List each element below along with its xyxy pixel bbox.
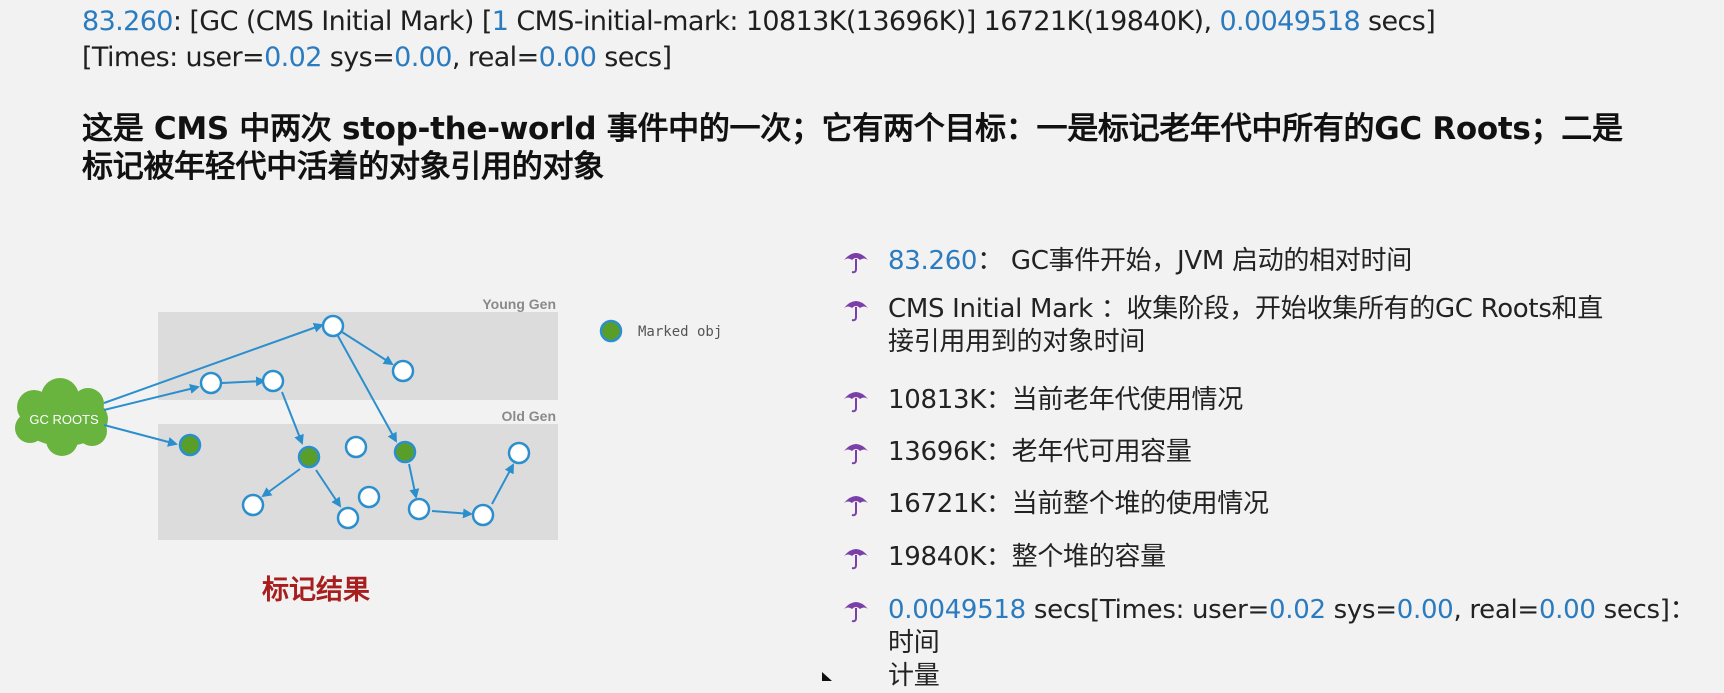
object-node (344, 435, 368, 459)
bullet-item: 13696K：老年代可用容量 (842, 436, 1702, 469)
bullet-text: , real= (1453, 595, 1539, 625)
umbrella-icon (844, 301, 868, 322)
object-node (261, 369, 285, 393)
marked-object-node (393, 440, 417, 464)
object-node (391, 359, 415, 383)
umbrella-icon (844, 549, 868, 570)
log-text: secs] (596, 42, 672, 73)
umbrella-icon (844, 253, 868, 274)
bullet-user-time: 0.02 (1269, 595, 1326, 625)
heading-line-1: 这是 CMS 中两次 stop-the-world 事件中的一次；它有两个目标：… (82, 111, 1623, 147)
log-text: sys= (321, 42, 395, 73)
gc-marking-diagram: Young Gen Old Gen GC ROOTS Marked obj (15, 296, 722, 540)
legend-label: Marked obj (638, 324, 722, 340)
bullet-duration: 0.0049518 (888, 595, 1026, 625)
bullet-sys-time: 0.00 (1396, 595, 1454, 625)
umbrella-icon (844, 444, 868, 465)
result-title: 标记结果 (262, 575, 370, 606)
bullet-text-cont: 接引用用到的对象时间 (888, 327, 1146, 357)
log-text: , real= (451, 42, 539, 73)
bullet-text: secs[Times: user= (1025, 595, 1269, 625)
gc-roots-label: GC ROOTS (29, 412, 99, 427)
log-text: : [GC (CMS Initial Mark) [ (172, 6, 493, 37)
gc-log-line-1: 83.260: [GC (CMS Initial Mark) [1 CMS-in… (82, 6, 1436, 37)
log-user-time: 0.02 (264, 42, 322, 73)
object-node (199, 371, 223, 395)
marked-object-node (178, 433, 202, 457)
bullet-item: 0.0049518 secs[Times: user=0.02 sys=0.00… (842, 594, 1702, 693)
log-text: secs] (1360, 6, 1436, 37)
bullet-item: 16721K：当前整个堆的使用情况 (842, 488, 1702, 521)
object-node (357, 485, 381, 509)
log-text: [Times: user= (82, 42, 265, 73)
bullet-text: ： GC事件开始，JVM 启动的相对时间 (977, 246, 1412, 276)
bullet-item: CMS Initial Mark ：收集阶段，开始收集所有的GC Roots和直… (842, 293, 1702, 359)
bullet-text: 16721K：当前整个堆的使用情况 (888, 489, 1269, 519)
page-heading: 这是 CMS 中两次 stop-the-world 事件中的一次；它有两个目标：… (82, 110, 1682, 186)
bullet-text: sys= (1325, 595, 1397, 625)
young-gen-label: Young Gen (482, 296, 556, 312)
bullet-text: 19840K：整个堆的容量 (888, 542, 1166, 572)
object-node (471, 503, 495, 527)
log-sys-time: 0.00 (394, 42, 452, 73)
heading-line-2: 标记被年轻代中活着的对象引用的对象 (82, 149, 604, 185)
bullet-text: CMS Initial Mark ：收集阶段，开始收集所有的GC Roots和直 (888, 294, 1603, 324)
gc-log-line-2: [Times: user=0.02 sys=0.00, real=0.00 se… (82, 42, 672, 73)
umbrella-icon (844, 392, 868, 413)
object-node (407, 497, 431, 521)
umbrella-icon (844, 496, 868, 517)
log-text: CMS-initial-mark: 10813K(13696K)] 16721K… (508, 6, 1220, 37)
log-duration: 0.0049518 (1219, 6, 1361, 37)
bullet-item: 10813K：当前老年代使用情况 (842, 384, 1702, 417)
bullet-text-cont: 计量 (888, 661, 940, 691)
bullet-text: 13696K：老年代可用容量 (888, 437, 1192, 467)
object-node (336, 506, 360, 530)
legend-marked-dot (599, 319, 623, 343)
object-node (321, 314, 345, 338)
umbrella-icon (844, 602, 868, 623)
bullet-timestamp: 83.260 (888, 246, 978, 276)
bullet-item: 83.260： GC事件开始，JVM 启动的相对时间 (842, 245, 1702, 278)
object-node (507, 441, 531, 465)
bullet-real-time: 0.00 (1538, 595, 1596, 625)
bullet-item: 19840K：整个堆的容量 (842, 541, 1702, 574)
old-gen-label: Old Gen (502, 408, 556, 424)
object-node (241, 493, 265, 517)
log-number: 1 (491, 6, 509, 37)
log-timestamp: 83.260 (82, 6, 173, 37)
bullet-text: 10813K：当前老年代使用情况 (888, 385, 1243, 415)
log-real-time: 0.00 (538, 42, 597, 73)
mouse-cursor-icon (822, 672, 832, 681)
marked-object-node (297, 445, 321, 469)
